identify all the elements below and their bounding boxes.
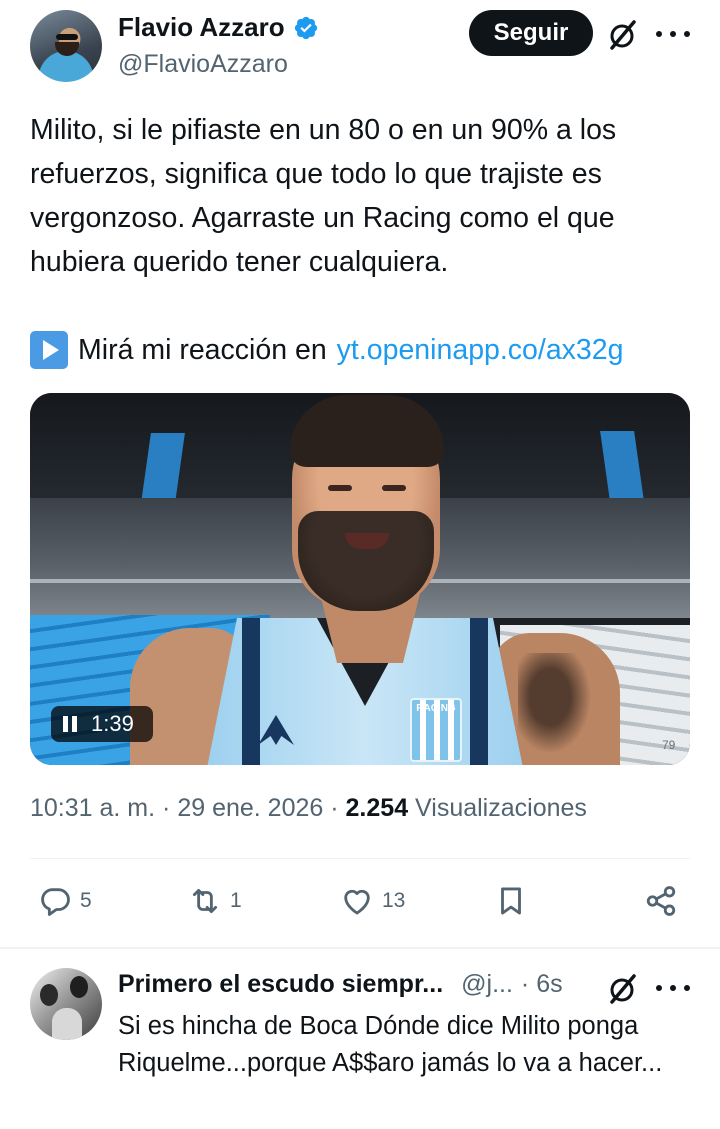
video-player[interactable]: RACING 79 1:39 (30, 393, 690, 765)
tweet-text: Milito, si le pifiaste en un 80 o en un … (30, 114, 617, 278)
more-dot (656, 31, 662, 37)
author-handle[interactable]: @FlavioAzzaro (118, 50, 288, 79)
more-dot (670, 985, 676, 991)
beard (298, 511, 434, 611)
tweet-meta: 10:31 a. m. · 29 ene. 2026 · 2.254 Visua… (30, 794, 587, 823)
reaction-line: Mirá mi reacción en yt.openinapp.co/ax32… (30, 328, 623, 372)
share-button[interactable] (644, 884, 678, 918)
repost-count: 1 (230, 889, 242, 912)
meta-separator: · (330, 794, 339, 822)
external-link[interactable]: yt.openinapp.co/ax32g (337, 328, 624, 372)
reply-button[interactable]: 5 (38, 884, 92, 918)
like-count: 13 (382, 889, 406, 912)
playback-control[interactable]: 1:39 (51, 706, 153, 742)
jersey-stripe (470, 618, 488, 765)
follow-button[interactable]: Seguir (469, 10, 593, 56)
more-dot (684, 31, 690, 37)
author-avatar[interactable] (30, 10, 102, 82)
reply-header: Primero el escudo siempr... @j... · 6s (118, 970, 563, 999)
grok-icon[interactable] (606, 18, 640, 52)
divider (0, 947, 720, 949)
repost-button[interactable]: 1 (188, 884, 242, 918)
repost-icon (192, 888, 218, 914)
more-dot (670, 31, 676, 37)
like-button[interactable]: 13 (340, 884, 405, 918)
reply-time[interactable]: · 6s (521, 970, 563, 999)
reply-icon (41, 888, 70, 916)
author-name[interactable]: Flavio Azzaro (118, 12, 285, 43)
eye (382, 485, 406, 491)
avatar-figure (40, 984, 58, 1006)
hair (290, 395, 444, 467)
avatar-glasses (56, 34, 78, 40)
more-dot (684, 985, 690, 991)
like-icon (344, 889, 370, 915)
jersey-stripe (242, 618, 260, 765)
more-dot (656, 985, 662, 991)
reply-text: Si es hincha de Boca Dónde dice Milito p… (118, 1012, 663, 1077)
bookmark-button[interactable] (494, 884, 528, 918)
bookmark-icon (501, 887, 521, 915)
avatar-figure (52, 1008, 82, 1040)
reaction-prefix: Mirá mi reacción en (78, 334, 327, 366)
reply-author-name[interactable]: Primero el escudo siempr... (118, 970, 443, 999)
avatar-beard (55, 42, 79, 56)
grok-icon[interactable] (606, 972, 640, 1006)
seat-number: 79 (662, 738, 676, 752)
tweet-date[interactable]: 29 ene. 2026 (177, 794, 323, 822)
reply-author-avatar[interactable] (30, 968, 102, 1040)
author-name-row: Flavio Azzaro (118, 12, 319, 43)
share-icon (646, 886, 676, 916)
eye (328, 485, 352, 491)
arm-tattoo (518, 653, 598, 763)
reply-author-handle[interactable]: @j... (461, 970, 513, 999)
meta-separator: · (162, 794, 171, 822)
racing-crest-text: RACING (416, 703, 456, 714)
views-count[interactable]: 2.254 (346, 794, 409, 822)
video-duration: 1:39 (91, 711, 134, 736)
verified-badge-icon (294, 16, 317, 39)
pause-icon[interactable] (63, 716, 77, 732)
divider (30, 858, 690, 859)
play-button-icon (30, 331, 68, 369)
avatar-figure (70, 976, 88, 998)
views-label[interactable]: Visualizaciones (415, 794, 587, 822)
reply-count: 5 (80, 889, 92, 912)
tweet-time[interactable]: 10:31 a. m. (30, 794, 155, 822)
more-icon[interactable] (656, 976, 690, 1000)
more-icon[interactable] (656, 22, 690, 46)
